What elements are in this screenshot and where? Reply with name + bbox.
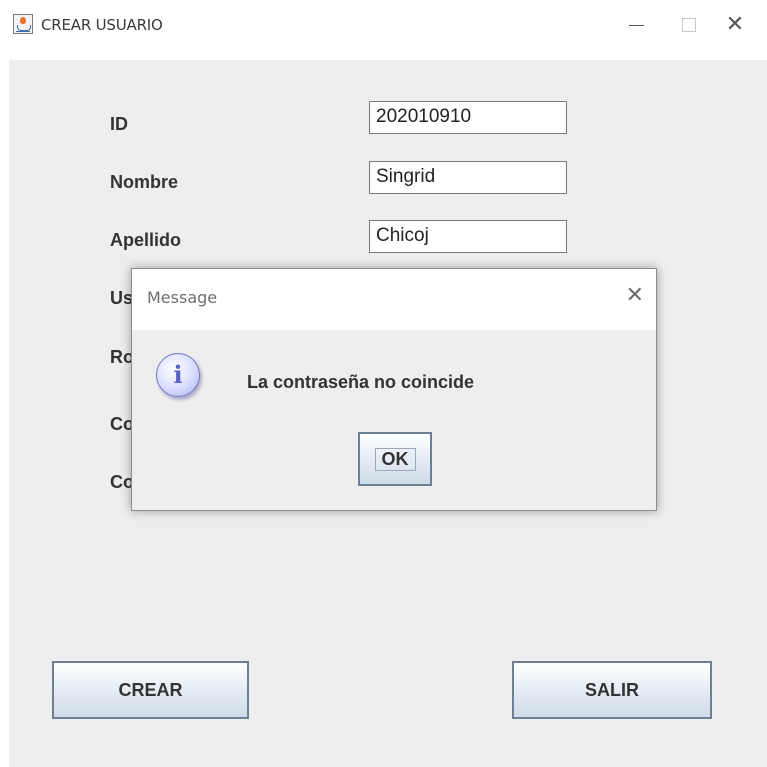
window-title: CREAR USUARIO xyxy=(41,16,163,34)
ok-button[interactable]: OK xyxy=(358,432,432,486)
maximize-button[interactable] xyxy=(666,0,712,50)
minimize-icon xyxy=(628,24,644,26)
dialog-title: Message xyxy=(147,288,218,307)
id-field[interactable]: 202010910 xyxy=(369,101,567,134)
label-id: ID xyxy=(110,114,128,134)
salir-button[interactable]: SALIR xyxy=(512,661,712,719)
message-dialog[interactable]: Message ✕ i La contraseña no coincide OK xyxy=(131,268,657,511)
minimize-button[interactable] xyxy=(613,0,659,50)
maximize-icon xyxy=(682,18,696,32)
java-app-icon xyxy=(13,14,33,34)
close-icon: ✕ xyxy=(725,12,745,37)
dialog-close-icon[interactable]: ✕ xyxy=(626,283,644,308)
info-icon: i xyxy=(156,353,200,397)
close-button[interactable]: ✕ xyxy=(712,0,758,50)
ok-button-label: OK xyxy=(374,447,416,471)
label-nombre: Nombre xyxy=(110,172,179,192)
nombre-field[interactable]: Singrid xyxy=(369,161,567,194)
label-usuario: Us xyxy=(110,288,134,308)
window-titlebar[interactable]: CREAR USUARIO ✕ xyxy=(0,0,767,50)
label-apellido: Apellido xyxy=(110,230,181,250)
apellido-field[interactable]: Chicoj xyxy=(369,220,567,253)
info-icon-glyph: i xyxy=(173,360,183,389)
dialog-titlebar[interactable]: Message ✕ xyxy=(132,269,656,330)
dialog-message: La contraseña no coincide xyxy=(247,372,475,392)
crear-button[interactable]: CREAR xyxy=(52,661,249,719)
